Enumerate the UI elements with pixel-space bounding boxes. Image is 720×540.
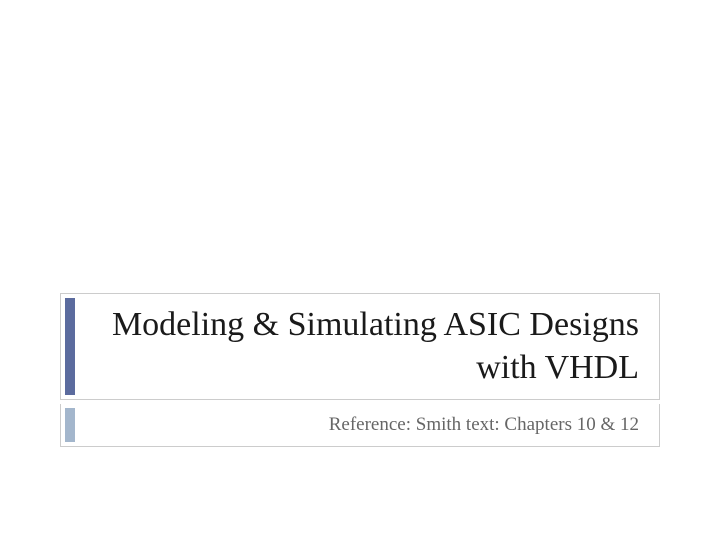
subtitle-accent-bar [65, 408, 75, 442]
slide-title: Modeling & Simulating ASIC Designs with … [75, 294, 659, 399]
subtitle-box: Reference: Smith text: Chapters 10 & 12 [60, 404, 660, 447]
title-box: Modeling & Simulating ASIC Designs with … [60, 293, 660, 400]
slide-subtitle: Reference: Smith text: Chapters 10 & 12 [75, 404, 659, 446]
title-accent-bar [65, 298, 75, 395]
slide-content: Modeling & Simulating ASIC Designs with … [60, 293, 660, 447]
